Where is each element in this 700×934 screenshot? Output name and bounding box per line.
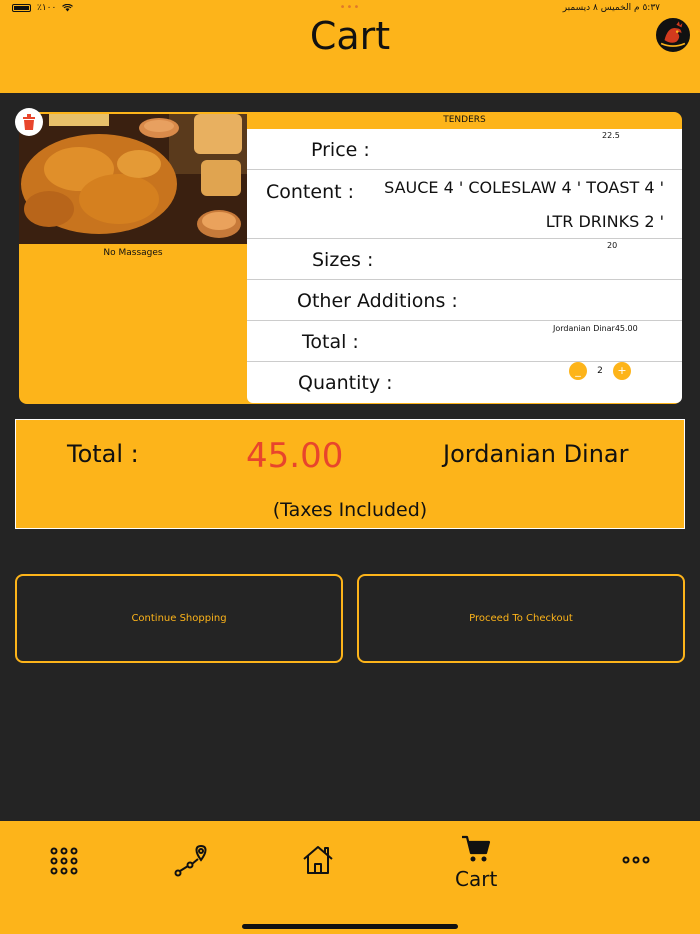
order-total-label: Total :	[67, 440, 139, 468]
price-label: Price :	[311, 139, 370, 161]
price-row: Price : 22.5	[247, 129, 682, 170]
content-row: Content : SAUCE 4 ' COLESLAW 4 ' TOAST 4…	[247, 170, 682, 239]
order-total-box: Total : 45.00 Jordanian Dinar (Taxes Inc…	[15, 419, 685, 529]
more-icon	[622, 856, 650, 864]
quantity-stepper: _ 2 +	[569, 362, 631, 380]
cart-item-card: No Massages TENDERS Price : 22.5 Content…	[15, 108, 682, 404]
delete-item-button[interactable]	[15, 108, 43, 136]
increase-quantity-button[interactable]: +	[613, 362, 631, 380]
item-image	[19, 114, 247, 244]
content-label: Content :	[266, 181, 355, 203]
other-additions-label: Other Additions :	[297, 290, 458, 312]
order-total-currency: Jordanian Dinar	[443, 440, 629, 468]
item-total-label: Total :	[302, 331, 359, 353]
grid-menu-icon	[50, 847, 78, 875]
nav-menu[interactable]	[50, 847, 78, 875]
cart-icon	[462, 835, 491, 862]
item-name: TENDERS	[443, 115, 486, 125]
battery-icon	[12, 4, 31, 12]
nav-home[interactable]	[302, 845, 334, 875]
item-details: TENDERS Price : 22.5 Content : SAUCE 4 '…	[247, 112, 682, 404]
brand-logo	[654, 16, 692, 54]
item-total-row: Total : Jordanian Dinar45.00	[247, 321, 682, 362]
continue-shopping-button[interactable]: Continue Shopping	[15, 574, 343, 663]
tax-note: (Taxes Included)	[272, 499, 428, 521]
battery-level: ٪١٠٠	[37, 3, 57, 13]
nav-more[interactable]	[622, 856, 650, 864]
home-icon	[303, 846, 333, 874]
quantity-label: Quantity :	[298, 372, 393, 394]
bottom-nav: Cart	[0, 821, 700, 934]
page-title: Cart	[309, 14, 391, 58]
other-additions-row: Other Additions :	[247, 280, 682, 321]
sizes-label: Sizes :	[312, 249, 374, 271]
home-indicator[interactable]	[242, 924, 458, 929]
nav-cart[interactable]: Cart	[455, 835, 497, 891]
item-total-value: Jordanian Dinar45.00	[553, 324, 638, 333]
nav-tracking[interactable]	[174, 843, 208, 877]
item-note: No Massages	[103, 248, 163, 258]
header: ٪١٠٠ ••• ٥:٣٧ م الخميس ٨ ديسمبر Cart	[0, 0, 700, 93]
proceed-to-checkout-button[interactable]: Proceed To Checkout	[357, 574, 685, 663]
quantity-value: 2	[597, 366, 603, 376]
wifi-icon	[62, 4, 74, 12]
order-total-amount: 45.00	[246, 436, 344, 476]
content-line-1: SAUCE 4 ' COLESLAW 4 ' TOAST 4 '	[384, 178, 664, 197]
decrease-quantity-button[interactable]: _	[569, 362, 587, 380]
price-value: 22.5	[602, 131, 620, 140]
status-datetime: ٥:٣٧ م الخميس ٨ ديسمبر	[562, 3, 660, 13]
route-tracking-icon	[174, 844, 207, 877]
content-line-2: LTR DRINKS 2 '	[545, 212, 664, 231]
nav-cart-label: Cart	[455, 867, 498, 891]
quantity-row: Quantity : _ 2 +	[247, 362, 682, 403]
sizes-row: Sizes : 20	[247, 239, 682, 280]
multitask-dots: •••	[339, 2, 361, 13]
sizes-value: 20	[607, 241, 618, 250]
trash-icon	[23, 114, 35, 130]
